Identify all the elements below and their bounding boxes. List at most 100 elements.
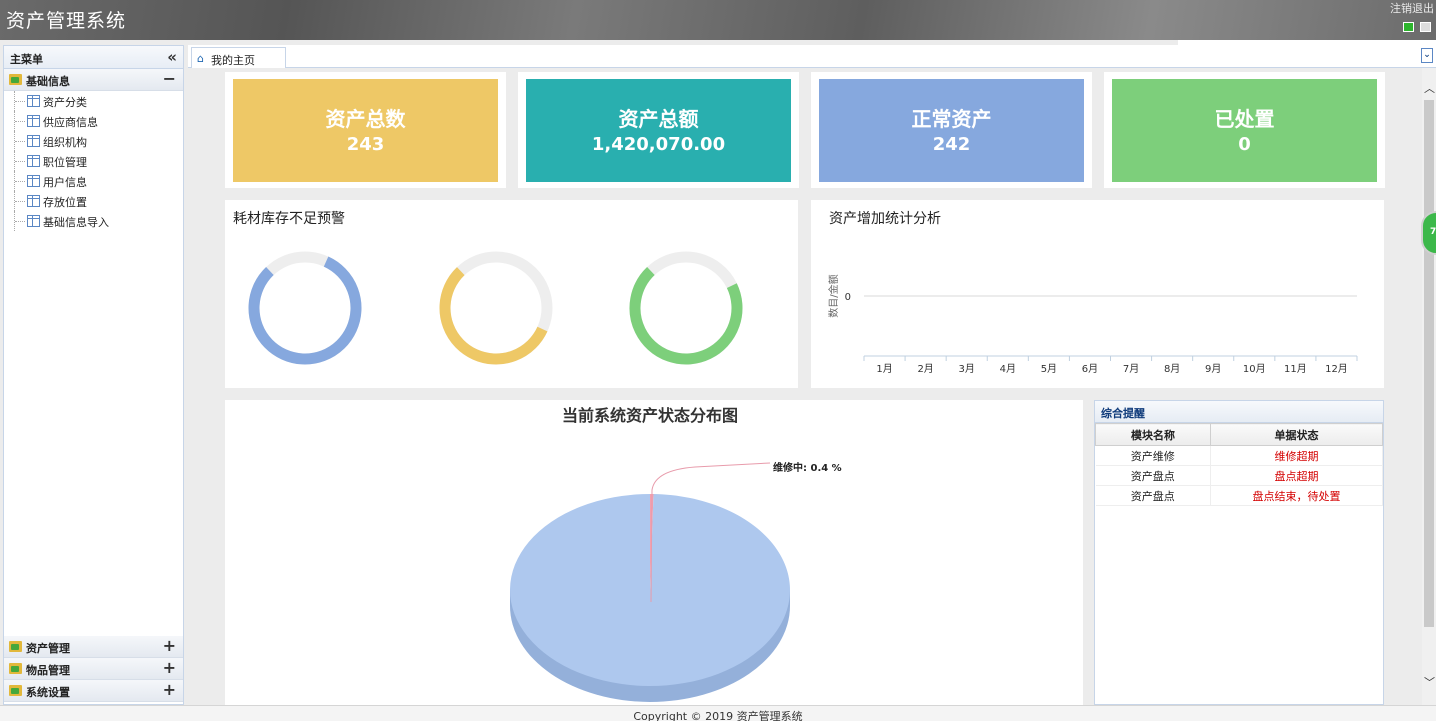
tab-home[interactable]: ⌂ 我的主页 [191,47,286,68]
collapse-sidebar-icon[interactable]: « [167,48,177,66]
consumables-warning-panel: 耗材库存不足预警 [225,200,798,388]
reminder-title: 综合提醒 [1095,401,1383,423]
sidebar-title: 主菜单 [10,53,43,66]
status-link[interactable]: 盘点超期 [1210,465,1383,486]
sidebar-item-organization[interactable]: 组织机构 [4,131,183,151]
sidebar-group-label: 物品管理 [26,664,70,677]
sidebar-tree: 资产分类 供应商信息 组织机构 职位管理 用户信息 存放位置 基础信息导入 [4,91,183,636]
stat-label: 正常资产 [911,107,992,131]
scroll-thumb[interactable] [1424,100,1434,627]
stat-card-disposed: 已处置 0 [1104,72,1385,188]
table-icon [27,215,40,227]
x-tick-label: 5月 [1041,363,1057,375]
stat-card-body: 正常资产 242 [819,79,1084,182]
module-cell: 资产盘点 [1095,465,1211,486]
reminder-panel: 综合提醒 模块名称 单据状态 资产维修 维修超期 资产盘点 盘点超期 资产盘点 [1094,400,1384,705]
expand-group-icon[interactable]: + [163,680,176,699]
folder-icon [9,685,22,696]
reminder-table: 模块名称 单据状态 资产维修 维修超期 资产盘点 盘点超期 资产盘点 盘点结束，… [1095,423,1383,506]
sidebar-item-users[interactable]: 用户信息 [4,171,183,191]
stat-card-normal-assets: 正常资产 242 [811,72,1092,188]
table-icon [27,195,40,207]
stat-label: 资产总数 [325,107,406,131]
x-tick-label: 1月 [876,363,892,375]
page-scrollbar[interactable]: ︿ ﹀ [1422,68,1436,705]
folder-icon [9,663,22,674]
theme-gray-icon[interactable] [1420,22,1431,32]
sidebar-item-import[interactable]: 基础信息导入 [4,211,183,231]
sidebar-group-label: 系统设置 [26,686,70,699]
sidebar: 主菜单 « 基础信息 − 资产分类 供应商信息 组织机构 职位管理 用户信息 存… [3,45,184,705]
pie-slice [509,494,790,686]
stat-value: 1,420,070.00 [591,134,726,155]
table-icon [27,95,40,107]
tab-bar: ⌂ 我的主页 ⌄ [188,45,1436,68]
column-header-module[interactable]: 模块名称 [1095,423,1211,446]
x-tick-label: 3月 [959,363,975,375]
sidebar-group-label: 基础信息 [26,75,70,88]
sidebar-item-storage-location[interactable]: 存放位置 [4,191,183,211]
x-tick-label: 8月 [1164,363,1180,375]
stat-value: 0 [1238,134,1251,155]
folder-icon [9,74,22,85]
x-tick-label: 6月 [1082,363,1098,375]
sidebar-group-basic-info[interactable]: 基础信息 − [4,69,183,91]
home-icon: ⌂ [197,52,204,65]
module-cell: 资产盘点 [1095,485,1211,506]
stat-card-body: 资产总数 243 [233,79,498,182]
expand-group-icon[interactable]: + [163,658,176,677]
asset-status-panel: 当前系统资产状态分布图维修中: 0.4 % [225,400,1083,705]
status-link[interactable]: 维修超期 [1210,445,1383,466]
sidebar-group-system-settings[interactable]: 系统设置 + [4,680,183,702]
floating-widget-button[interactable]: 7% [1421,211,1436,255]
donut-gauges [248,251,743,365]
sidebar-item-positions[interactable]: 职位管理 [4,151,183,171]
column-header-status[interactable]: 单据状态 [1210,423,1383,446]
x-tick-label: 7月 [1123,363,1139,375]
logout-link[interactable]: 注销退出 [1390,0,1434,16]
x-tick-label: 2月 [917,363,933,375]
table-row[interactable]: 资产维修 维修超期 [1095,445,1383,466]
collapse-group-icon[interactable]: − [163,69,176,88]
expand-group-icon[interactable]: + [163,636,176,655]
stat-card-body: 资产总额 1,420,070.00 [526,79,791,182]
sidebar-group-asset-management[interactable]: 资产管理 + [4,636,183,658]
pie-slice-label: 维修中: 0.4 % [773,461,842,474]
sidebar-group-item-management[interactable]: 物品管理 + [4,658,183,680]
x-tick-label: 4月 [1000,363,1016,375]
module-cell: 资产维修 [1095,445,1211,466]
x-tick-label: 12月 [1325,363,1348,375]
sidebar-item-asset-category[interactable]: 资产分类 [4,91,183,111]
x-tick-label: 10月 [1243,363,1266,375]
scroll-up-icon[interactable]: ︿ [1424,80,1435,96]
stat-card-total-amount: 资产总额 1,420,070.00 [518,72,799,188]
sidebar-header: 主菜单 « [4,46,183,69]
floating-widget-label: 7% [1430,227,1436,237]
stat-card-body: 已处置 0 [1112,79,1377,182]
table-icon [27,135,40,147]
stat-label: 资产总额 [618,107,699,131]
stat-card-total-count: 资产总数 243 [225,72,506,188]
stat-value: 243 [346,134,385,155]
table-row[interactable]: 资产盘点 盘点结束，待处置 [1095,485,1383,506]
table-icon [27,155,40,167]
footer: Copyright © 2019 资产管理系统 [0,705,1436,721]
y-axis-label: 数目/金额 [827,274,840,317]
status-link[interactable]: 盘点结束，待处置 [1210,485,1383,506]
scroll-down-icon[interactable]: ﹀ [1424,674,1435,690]
sidebar-group-label: 资产管理 [26,642,70,655]
table-row[interactable]: 资产盘点 盘点超期 [1095,465,1383,486]
theme-green-icon[interactable] [1403,22,1414,32]
asset-increase-panel: 资产增加统计分析 数目/金额 0 1月 2月 3月 4月 5月 6月 7月 8月 9月 10月 11月 1… [811,200,1384,388]
tab-label: 我的主页 [211,54,255,67]
sidebar-item-supplier[interactable]: 供应商信息 [4,111,183,131]
tab-menu-chevron-icon[interactable]: ⌄ [1421,48,1433,63]
stat-value: 242 [932,134,971,155]
app-header: 资产管理系统 注销退出 [0,0,1436,40]
folder-icon [9,641,22,652]
x-tick-label: 9月 [1205,363,1221,375]
pie-chart-title: 当前系统资产状态分布图 [562,406,738,425]
pie-chart: 当前系统资产状态分布图维修中: 0.4 % [509,406,842,702]
app-title: 资产管理系统 [6,10,127,32]
dashboard-content: 资产总数 243 资产总额 1,420,070.00 正常资产 242 已处置 … [188,68,1422,705]
